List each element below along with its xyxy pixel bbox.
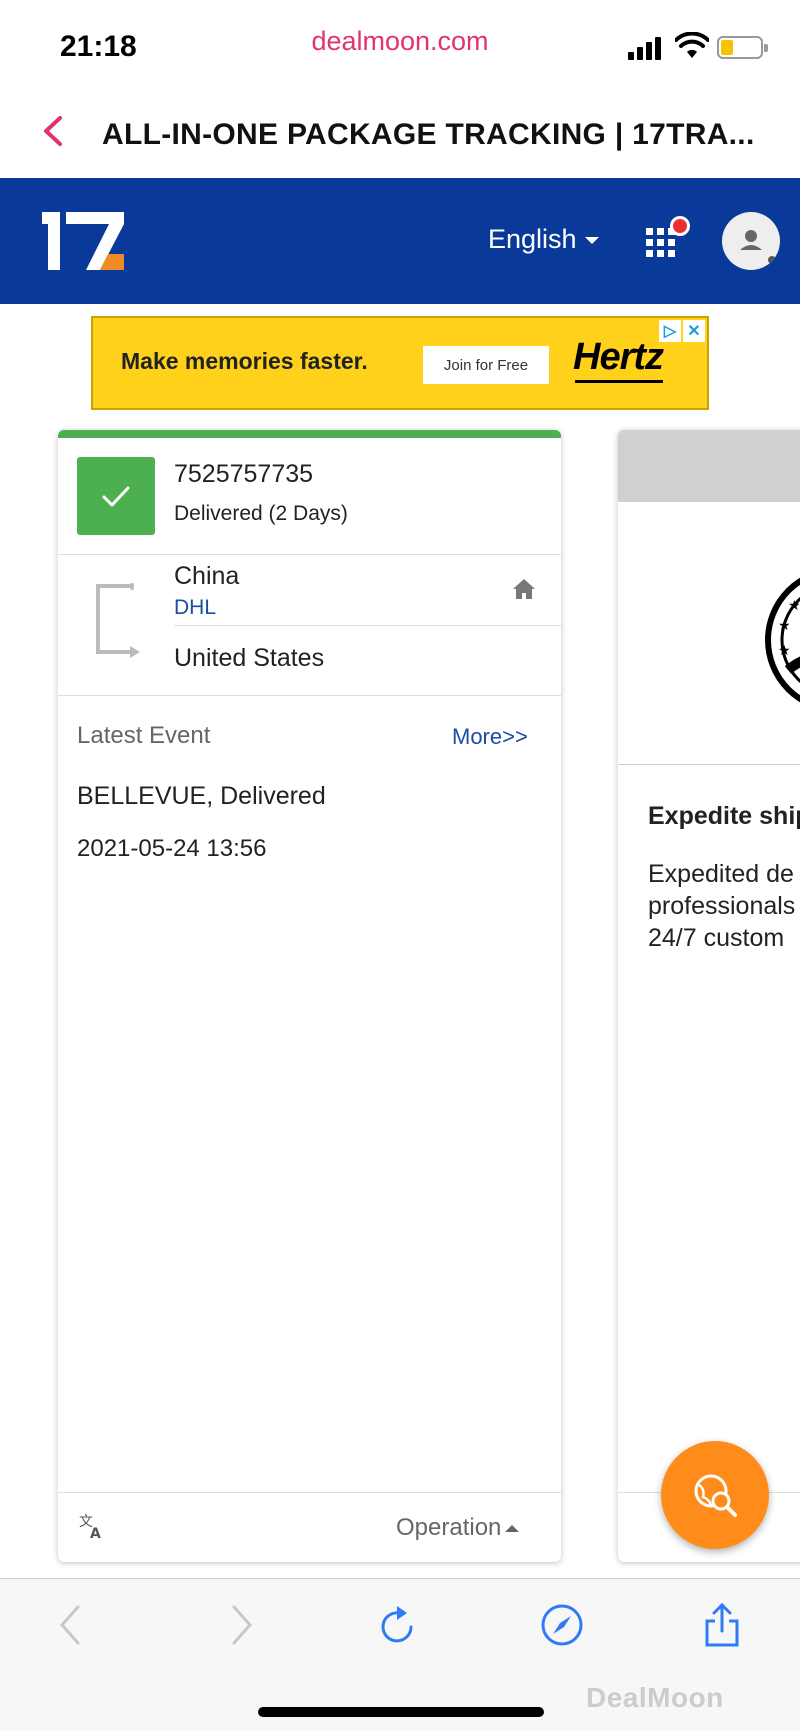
share-icon[interactable] [702, 1601, 742, 1649]
svg-text:★: ★ [788, 598, 800, 614]
destination-country: United States [174, 644, 325, 672]
battery-icon [717, 36, 768, 59]
caret-down-icon [584, 237, 599, 244]
language-label: English [488, 224, 577, 254]
ad-choices[interactable]: ▷ ✕ [659, 320, 705, 342]
side-card-line: Expedited de [648, 860, 794, 888]
hertz-ad-banner[interactable]: Make memories faster. Join for Free Hert… [91, 316, 709, 410]
ad-brand-underline [575, 380, 663, 383]
side-card-line: professionals [648, 892, 796, 920]
seal-icon: ★ ★ ★ [765, 577, 800, 703]
route-divider [174, 625, 561, 626]
dealmoon-watermark: DealMoon [586, 1682, 724, 1713]
user-status-dot [766, 254, 778, 266]
carrier-link[interactable]: DHL [174, 596, 216, 620]
svg-text:★: ★ [778, 643, 791, 659]
checkmark-icon [102, 486, 130, 507]
apps-grid-icon[interactable] [644, 216, 690, 264]
ad-brand-logo: Hertz [573, 336, 664, 378]
caret-up-icon [505, 1524, 520, 1532]
latest-event-text: BELLEVUE, Delivered [77, 782, 326, 810]
origin-country: China [174, 562, 240, 590]
operation-menu[interactable]: Operation [396, 1514, 520, 1542]
back-chevron-icon[interactable] [38, 114, 68, 148]
17track-logo[interactable] [38, 206, 128, 272]
side-card-body: Expedited de professionals 24/7 custom [648, 858, 795, 954]
latest-event-label: Latest Event [77, 722, 211, 749]
side-card[interactable]: ★ ★ ★ Expedite ship Expedited de profess… [618, 430, 800, 1562]
globe-search-icon [694, 1474, 737, 1517]
card-footer-divider [58, 1492, 561, 1493]
status-bar: 21:18 dealmoon.com [0, 0, 800, 88]
wifi-icon [675, 32, 709, 58]
svg-text:A: A [90, 1526, 101, 1540]
translate-icon[interactable]: 文 A [78, 1512, 106, 1540]
more-events-link[interactable]: More>> [452, 724, 528, 750]
reload-icon[interactable] [377, 1601, 421, 1649]
navigation-bar: ALL-IN-ONE PACKAGE TRACKING | 17TRA... [0, 88, 800, 178]
side-card-line: 24/7 custom [648, 924, 785, 952]
operation-label: Operation [396, 1514, 502, 1541]
global-search-fab[interactable] [661, 1441, 769, 1549]
divider [58, 695, 561, 696]
ad-headline: Make memories faster. [121, 348, 368, 374]
compass-icon[interactable] [538, 1601, 586, 1649]
ad-close-icon[interactable]: ✕ [683, 320, 705, 342]
tracking-card: 7525757735 Delivered (2 Days) China DHL … [58, 430, 561, 1562]
forward-arrow-icon[interactable] [226, 1601, 258, 1649]
latest-event-time: 2021-05-24 13:56 [77, 835, 267, 862]
ad-join-button[interactable]: Join for Free [423, 346, 549, 384]
svg-text:★: ★ [778, 618, 791, 634]
home-icon[interactable] [512, 578, 536, 600]
notification-badge [670, 216, 690, 236]
adchoices-icon[interactable]: ▷ [659, 320, 681, 342]
language-selector[interactable]: English [488, 224, 599, 255]
user-avatar[interactable] [722, 212, 780, 270]
card-status-bar [58, 430, 561, 438]
divider [618, 764, 800, 765]
back-arrow-icon[interactable] [54, 1601, 86, 1649]
page-title: ALL-IN-ONE PACKAGE TRACKING | 17TRA... [102, 118, 755, 151]
delivered-status-box [77, 457, 155, 535]
side-card-header [618, 430, 800, 502]
side-card-heading: Expedite ship [648, 802, 800, 830]
route-icon [96, 583, 140, 658]
home-indicator[interactable] [258, 1707, 544, 1717]
divider [58, 554, 561, 555]
delivery-status: Delivered (2 Days) [174, 502, 348, 525]
site-header: English [0, 178, 800, 304]
signal-icon [628, 36, 664, 60]
tracking-number[interactable]: 7525757735 [174, 460, 313, 489]
